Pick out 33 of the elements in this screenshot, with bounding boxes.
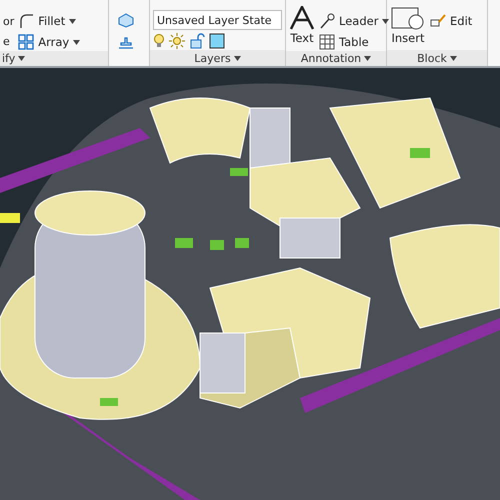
color-swatch-icon[interactable] [209, 33, 225, 49]
letter-a-icon [289, 6, 315, 30]
sun-icon[interactable] [169, 33, 185, 49]
box-icon[interactable] [117, 12, 135, 28]
caret-icon[interactable] [450, 56, 457, 60]
panel-title[interactable]: Block [417, 52, 447, 64]
large-tool-button[interactable]: Insert [390, 4, 426, 50]
panel-title[interactable]: Layers [194, 52, 231, 64]
tool-button[interactable]: Leader [319, 12, 390, 30]
tool-button[interactable]: Array [18, 33, 80, 51]
table-icon [319, 34, 335, 50]
padlock-icon[interactable] [189, 33, 205, 49]
leader-icon [319, 13, 335, 29]
caret-icon [73, 40, 80, 44]
panel-title[interactable]: ify [2, 52, 16, 65]
caret-icon [69, 18, 76, 24]
caret-icon[interactable] [234, 56, 241, 60]
pencil-block-icon [430, 13, 446, 29]
fillet-icon [18, 13, 34, 29]
panel-title[interactable]: Annotation [300, 52, 362, 65]
tool-label[interactable]: e [3, 34, 14, 48]
tool-button[interactable]: Edit [430, 12, 472, 30]
caret-icon[interactable] [18, 56, 26, 61]
tool-button[interactable]: Fillet [18, 12, 80, 30]
grid-icon [18, 34, 34, 50]
layer-state-dropdown[interactable]: Unsaved Layer State [153, 10, 282, 30]
tool-button[interactable]: Table [319, 33, 390, 51]
caret-icon [382, 18, 390, 24]
caret-icon[interactable] [364, 56, 372, 61]
block-insert-icon [390, 6, 426, 30]
lightbulb-icon[interactable] [153, 33, 165, 49]
tool-label[interactable]: or [3, 15, 14, 28]
large-tool-button[interactable]: Text [289, 4, 315, 51]
